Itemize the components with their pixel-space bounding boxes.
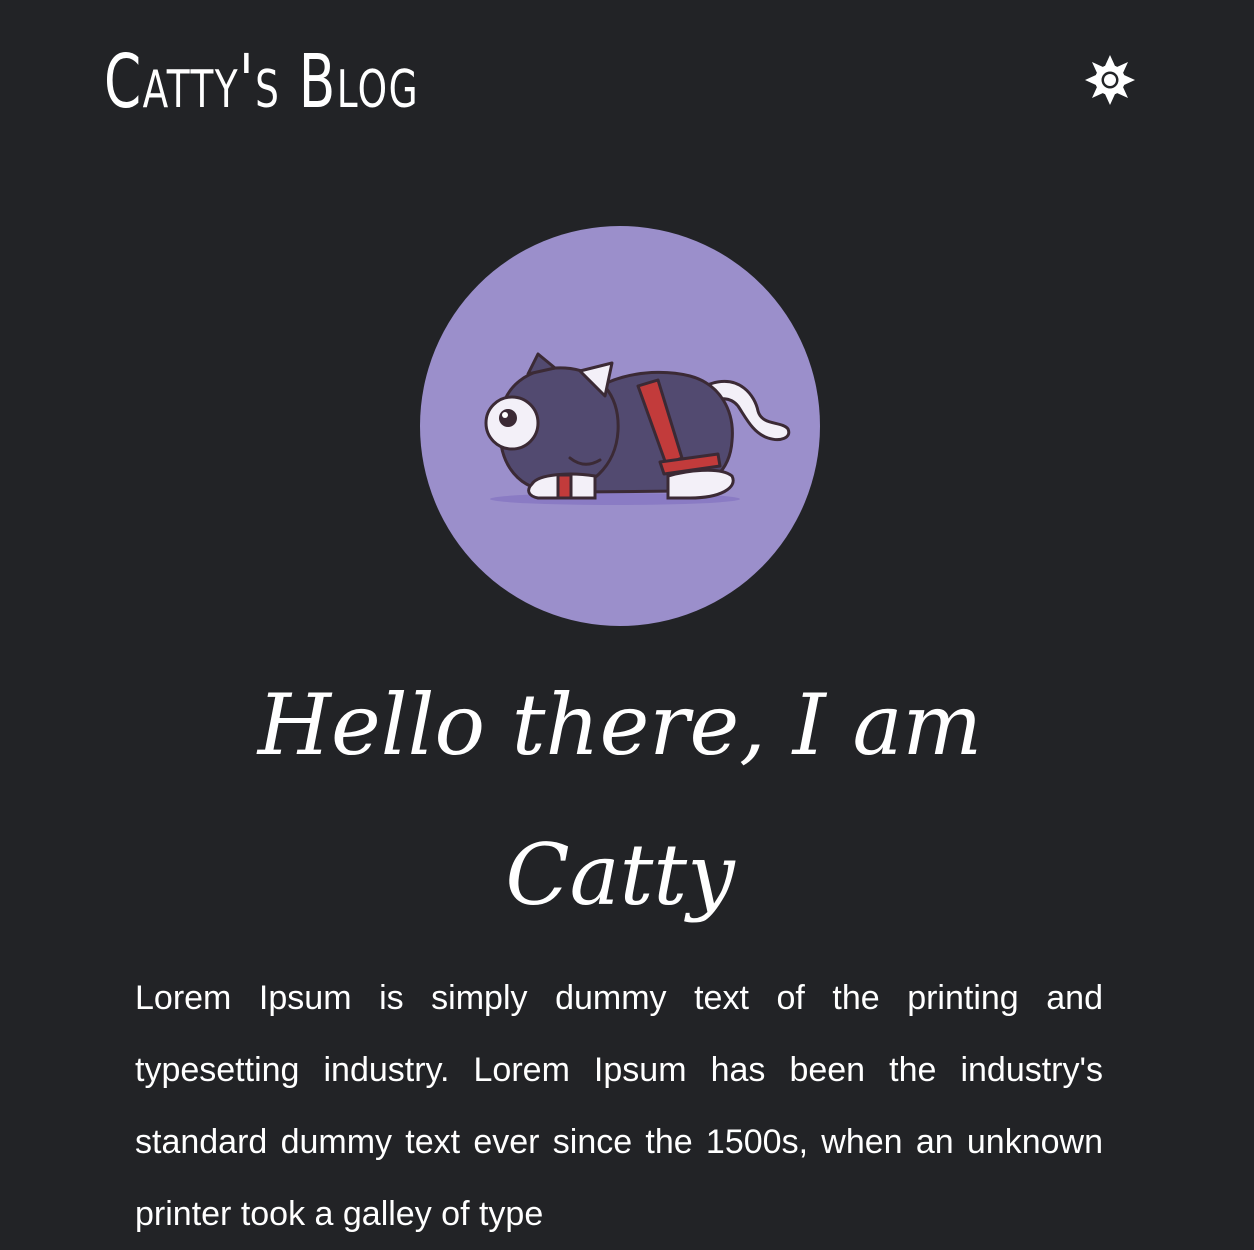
cat-illustration xyxy=(484,352,791,505)
site-header: Catty's Blog xyxy=(0,0,1254,170)
avatar xyxy=(420,226,820,626)
greeting-heading: Hello there, I am Catty xyxy=(257,676,983,924)
theme-toggle-button[interactable] xyxy=(1084,54,1136,106)
site-title[interactable]: Catty's Blog xyxy=(104,22,419,142)
intro-paragraph: Lorem Ipsum is simply dummy text of the … xyxy=(135,979,1103,1233)
sun-icon xyxy=(1084,54,1136,106)
